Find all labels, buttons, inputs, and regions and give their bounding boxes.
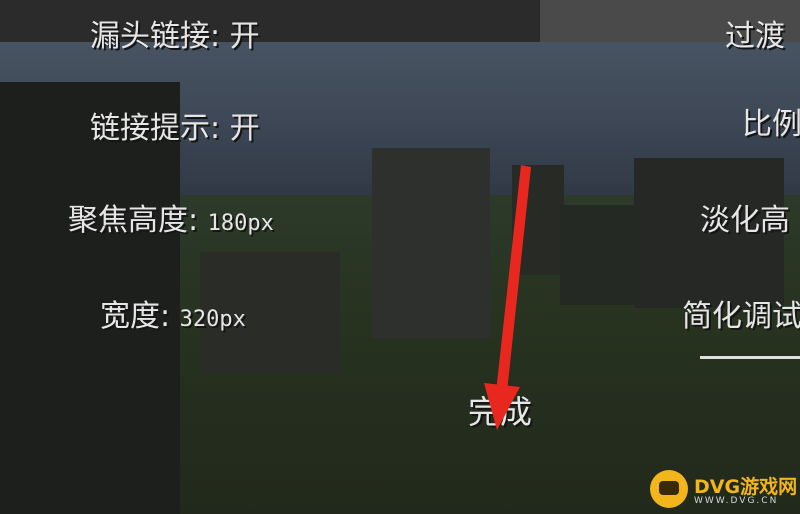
setting-text: 聚焦高度:: [68, 203, 208, 238]
watermark-logo: DVG游戏网 WWW.DVG.CN: [642, 462, 800, 514]
controller-face: [659, 481, 679, 495]
setting-top-left-clipped[interactable]: 漏头链接: 开: [90, 22, 260, 52]
terrain-block-tower: [372, 148, 490, 338]
setting-text: 简化调试: [682, 299, 800, 334]
watermark-url: WWW.DVG.CN: [694, 496, 779, 506]
setting-ratio-clipped[interactable]: 比例: [742, 110, 800, 140]
setting-link-hint[interactable]: 链接提示: 开: [90, 114, 260, 144]
setting-text: 漏头链接: 开: [90, 19, 260, 54]
selected-underline: [700, 356, 800, 359]
setting-simplify-clipped[interactable]: 简化调试: [682, 302, 800, 332]
setting-text: 淡化高: [700, 203, 790, 238]
game-settings-screen: 漏头链接: 开 过渡 链接提示: 开 聚焦高度: 180px 宽度: 320px…: [0, 0, 800, 514]
setting-value: 180px: [207, 211, 274, 236]
setting-text: 链接提示: 开: [90, 111, 260, 146]
terrain-block-mid: [560, 205, 640, 305]
terrain-block-left: [0, 82, 180, 514]
setting-top-right-clipped[interactable]: 过渡: [725, 22, 785, 52]
setting-value: 320px: [179, 307, 246, 332]
setting-text: 比例: [742, 107, 800, 142]
watermark-brand: DVG游戏网: [694, 476, 798, 498]
setting-fade-clipped[interactable]: 淡化高: [700, 206, 790, 236]
setting-text: 宽度:: [100, 299, 180, 334]
terrain-block-tower-2: [512, 165, 564, 275]
setting-width[interactable]: 宽度: 320px: [100, 302, 246, 332]
setting-text: 过渡: [725, 19, 785, 54]
done-button[interactable]: 完成: [440, 390, 560, 434]
setting-focus-height[interactable]: 聚焦高度: 180px: [68, 206, 274, 236]
